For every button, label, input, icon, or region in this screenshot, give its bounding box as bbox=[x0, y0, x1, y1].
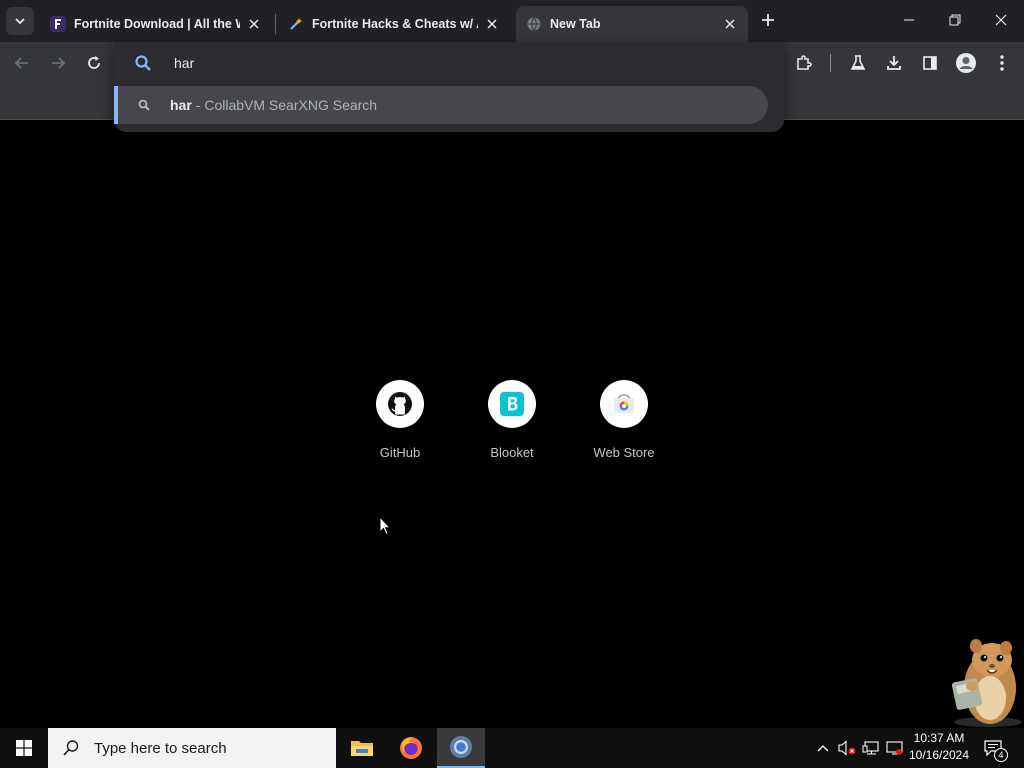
search-icon bbox=[63, 740, 79, 756]
omnibox-dropdown: har har - CollabVM SearXNG Search bbox=[114, 42, 784, 132]
chevron-down-icon bbox=[15, 18, 25, 25]
taskbar-chrome[interactable] bbox=[437, 728, 485, 768]
taskbar-file-explorer[interactable] bbox=[338, 728, 386, 768]
network-button[interactable] bbox=[861, 738, 881, 758]
github-icon bbox=[388, 392, 412, 416]
search-icon bbox=[135, 55, 151, 71]
firefox-icon bbox=[400, 737, 422, 759]
desktop-pet-hamster[interactable] bbox=[940, 636, 1024, 728]
tab-strip: Fortnite Download | All the Wa Fortnite … bbox=[0, 0, 1024, 42]
input-indicator-button[interactable] bbox=[885, 738, 905, 758]
display-alert-icon bbox=[886, 741, 903, 755]
omnibox-input[interactable]: har bbox=[114, 42, 784, 84]
show-hidden-icons-button[interactable] bbox=[813, 738, 833, 758]
close-tab-button[interactable] bbox=[484, 16, 500, 32]
shortcut-blooket[interactable]: Blooket bbox=[462, 380, 562, 470]
windows-icon bbox=[16, 740, 32, 756]
more-vertical-icon bbox=[1000, 55, 1004, 71]
shortcut-label: GitHub bbox=[379, 445, 421, 460]
taskbar-search-placeholder: Type here to search bbox=[94, 739, 227, 757]
action-center-button[interactable]: 4 bbox=[980, 736, 1008, 762]
tab-divider bbox=[275, 14, 276, 34]
flask-icon bbox=[850, 55, 866, 70]
omnibox-suggestion[interactable]: har - CollabVM SearXNG Search bbox=[114, 86, 768, 124]
extensions-button[interactable] bbox=[792, 51, 816, 75]
folder-icon bbox=[351, 741, 373, 756]
minimize-button[interactable] bbox=[886, 0, 932, 40]
close-window-button[interactable] bbox=[978, 0, 1024, 40]
tab-fortnite-download[interactable]: Fortnite Download | All the Wa bbox=[40, 6, 272, 42]
close-icon bbox=[995, 14, 1007, 26]
minimize-icon bbox=[904, 19, 914, 21]
omnibox-query: har bbox=[174, 55, 195, 71]
reload-button[interactable] bbox=[82, 51, 106, 75]
volume-button[interactable] bbox=[837, 738, 857, 758]
tab-title: Fortnite Download | All the Wa bbox=[74, 17, 240, 31]
taskbar-clock[interactable]: 10:37 AM 10/16/2024 bbox=[904, 730, 974, 766]
close-icon bbox=[725, 19, 735, 29]
clock-time: 10:37 AM bbox=[913, 731, 965, 745]
search-icon bbox=[138, 99, 150, 111]
shortcut-tile bbox=[600, 380, 648, 428]
network-icon bbox=[862, 741, 879, 755]
close-icon bbox=[487, 19, 497, 29]
chrome-icon bbox=[450, 736, 472, 758]
forward-button[interactable] bbox=[46, 51, 70, 75]
puzzle-icon bbox=[797, 55, 812, 70]
notification-count: 4 bbox=[994, 748, 1008, 762]
mouse-cursor bbox=[379, 515, 392, 541]
tab-title: Fortnite Hacks & Cheats w/ Ai bbox=[312, 17, 478, 31]
labs-button[interactable] bbox=[846, 51, 870, 75]
tab-fortnite-hacks[interactable]: Fortnite Hacks & Cheats w/ Ai bbox=[278, 6, 510, 42]
side-panel-button[interactable] bbox=[918, 51, 942, 75]
restore-icon bbox=[949, 14, 961, 26]
shortcut-label: Blooket bbox=[490, 445, 534, 460]
cursor-arrow-icon bbox=[379, 515, 392, 536]
arrow-right-icon bbox=[52, 57, 66, 69]
taskbar-firefox[interactable] bbox=[387, 728, 435, 768]
tab-search-button[interactable] bbox=[6, 7, 34, 35]
plus-icon bbox=[762, 14, 774, 26]
tab-title: New Tab bbox=[550, 17, 601, 31]
new-tab-button[interactable] bbox=[756, 8, 780, 32]
web-store-icon bbox=[614, 394, 634, 413]
avatar-icon bbox=[956, 53, 976, 73]
restore-button[interactable] bbox=[932, 0, 978, 40]
shortcut-web-store[interactable]: Web Store bbox=[574, 380, 674, 470]
close-icon bbox=[249, 19, 259, 29]
suggestion-description: - CollabVM SearXNG Search bbox=[195, 97, 378, 113]
clock-date: 10/16/2024 bbox=[908, 748, 970, 762]
tab-new-tab[interactable]: New Tab bbox=[516, 6, 748, 42]
hamster-icon bbox=[951, 639, 1022, 727]
shortcut-tile bbox=[376, 380, 424, 428]
close-tab-button[interactable] bbox=[722, 16, 738, 32]
profile-button[interactable] bbox=[954, 51, 978, 75]
menu-button[interactable] bbox=[990, 51, 1014, 75]
globe-icon bbox=[526, 16, 542, 32]
chevron-up-icon bbox=[817, 745, 829, 752]
arrow-left-icon bbox=[14, 57, 28, 69]
volume-muted-icon bbox=[838, 740, 856, 756]
suggestion-query: har bbox=[170, 97, 192, 113]
download-icon bbox=[887, 56, 901, 70]
shortcut-github[interactable]: GitHub bbox=[350, 380, 450, 470]
close-tab-button[interactable] bbox=[246, 16, 262, 32]
shortcut-tile bbox=[488, 380, 536, 428]
toolbar-divider bbox=[830, 54, 831, 72]
side-panel-icon bbox=[923, 56, 937, 70]
fortnite-icon bbox=[50, 16, 66, 32]
reload-icon bbox=[88, 56, 100, 69]
shortcut-label: Web Store bbox=[593, 445, 655, 460]
taskbar: Type here to search 10:37 AM 10/16/2024 … bbox=[0, 728, 1024, 768]
taskbar-search-box[interactable]: Type here to search bbox=[48, 728, 336, 768]
back-button[interactable] bbox=[10, 51, 34, 75]
magic-wand-icon bbox=[288, 16, 304, 32]
start-button[interactable] bbox=[0, 728, 48, 768]
blooket-icon bbox=[500, 392, 524, 416]
selection-indicator bbox=[114, 86, 118, 124]
downloads-button[interactable] bbox=[882, 51, 906, 75]
